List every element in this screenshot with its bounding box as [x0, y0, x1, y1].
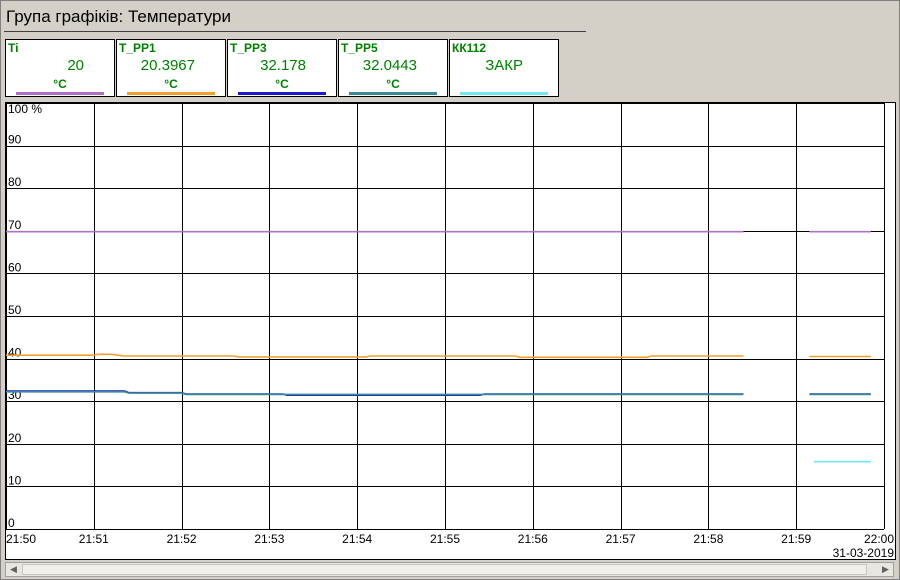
x-tick-label: 21:55 [430, 532, 460, 546]
trend-plot-area[interactable]: 0 10 20 30 40 50 60 70 80 90 100 % 21:50 21:51 21:52 2… [5, 102, 896, 560]
tag-value: 32.0443 [362, 57, 417, 74]
series-color-swatch [238, 92, 326, 95]
x-tick-label: 21:53 [254, 532, 284, 546]
series-color-swatch [460, 92, 548, 95]
tag-unit: °C [275, 77, 289, 91]
series-color-swatch [127, 92, 215, 95]
x-tick-label: 21:52 [167, 532, 197, 546]
tag-value: ЗАКР [485, 57, 523, 74]
tag-card-t-pp5[interactable]: T_PP5 32.0443 °C [338, 39, 448, 97]
tag-value: 20 [67, 57, 84, 74]
x-tick-label: 21:56 [518, 532, 548, 546]
series-color-swatch [349, 92, 437, 95]
scroll-right-arrow-icon[interactable]: ▶ [878, 563, 893, 576]
series-line-t-pp1 [6, 353, 744, 359]
tag-value: 20.3967 [140, 57, 195, 74]
series-color-swatch [16, 92, 104, 95]
tag-name: Ti [8, 41, 19, 55]
horizontal-scrollbar[interactable]: ◀ ▶ [5, 562, 894, 577]
y-tick-label: 50 [8, 303, 22, 317]
tag-name: T_PP3 [230, 41, 267, 55]
x-tick-label: 21:51 [79, 532, 109, 546]
trend-chart: 0102030405060708090100 %21:50 21:51 21:52 2… [6, 102, 895, 560]
x-tick-label: 21:57 [606, 532, 636, 546]
tag-card-t-pp3[interactable]: T_PP3 32.178 °C [227, 39, 337, 97]
y-tick-label: 40 [8, 346, 22, 360]
y-tick-label: 80 [8, 175, 22, 189]
tag-name: T_PP1 [119, 41, 156, 55]
y-tick-label: 20 [8, 431, 22, 445]
y-tick-label: 70 [8, 218, 22, 232]
y-axis-label: 100 % [8, 103, 42, 116]
window-title: Група графіків: Температури [6, 7, 231, 26]
x-tick-label: 21:59 [781, 532, 811, 546]
tag-card-ti[interactable]: Ti 20 °C [5, 39, 115, 97]
title-divider [4, 31, 586, 32]
tag-name: КК112 [452, 41, 487, 55]
x-tick-label: 21:50 [6, 532, 36, 546]
scrollbar-thumb[interactable] [22, 564, 867, 575]
trend-window: Група графіків: Температури Ti 20 °C T_P… [0, 0, 900, 580]
x-tick-label: 21:54 [342, 532, 372, 546]
x-tick-label: 22:00 [864, 532, 894, 546]
y-tick-label: 10 [8, 473, 22, 487]
x-tick-label: 21:58 [693, 532, 723, 546]
tag-unit: °C [53, 77, 67, 91]
y-tick-label: 90 [8, 133, 22, 147]
tag-unit: °C [164, 77, 178, 91]
series-line-t-pp5 [6, 390, 744, 396]
tag-value: 32.178 [260, 57, 306, 74]
tag-name: T_PP5 [341, 41, 378, 55]
y-tick-label: 60 [8, 260, 22, 274]
tag-unit: °C [386, 77, 400, 91]
y-tick-label: 0 [8, 516, 15, 530]
tag-card-t-pp1[interactable]: T_PP1 20.3967 °C [116, 39, 226, 97]
x-date-label: 31-03-2019 [833, 546, 895, 559]
tag-card-kk112[interactable]: КК112 ЗАКР [449, 39, 559, 97]
scroll-left-arrow-icon[interactable]: ◀ [6, 563, 21, 576]
